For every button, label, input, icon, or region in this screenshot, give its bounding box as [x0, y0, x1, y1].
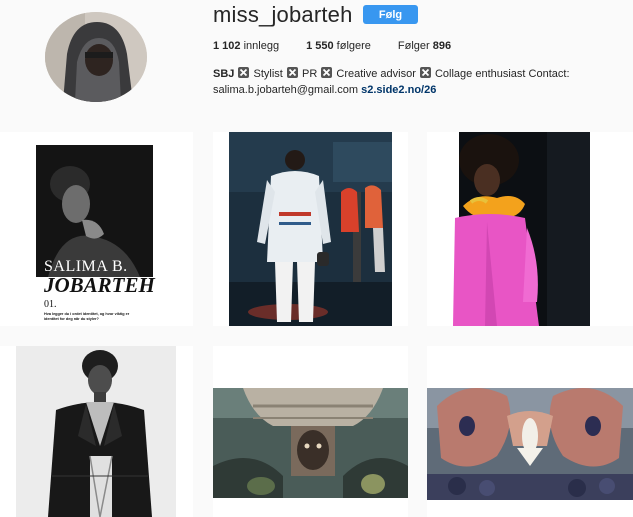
post-tile-pink-coat[interactable]	[427, 132, 633, 326]
profile-avatar[interactable]	[45, 12, 147, 102]
posts-stat: 1 102 innlegg	[213, 40, 279, 52]
profile-bio: SBJ Stylist PR Creative advisor Collage …	[213, 66, 623, 98]
post-tile-runway[interactable]	[213, 132, 408, 326]
followers-label: følgere	[336, 40, 371, 52]
magazine-caption-line1: Hva legger du i ordet identitet, og hvor…	[44, 312, 130, 316]
leather-jacket-photo-image	[0, 346, 193, 517]
giant-figure-artwork-image	[213, 346, 408, 517]
post-tile-magazine[interactable]: SALIMA B. JOBARTEH 01. Hva legger du i o…	[0, 132, 193, 326]
bio-text-2: PR	[298, 68, 321, 80]
bio-link[interactable]: s2.side2.no/26	[361, 84, 436, 96]
bio-initials: SBJ	[213, 68, 235, 80]
profile-username: miss_jobarteh	[213, 2, 353, 27]
profile-stats: 1 102 innlegg 1 550 følgere Følger 896	[213, 40, 478, 52]
bio-text-3: Creative advisor	[333, 68, 419, 80]
follow-button[interactable]: Følg	[363, 5, 418, 24]
following-stat[interactable]: Følger 896	[398, 40, 451, 52]
post-tile-giant-figure[interactable]	[213, 346, 408, 517]
bio-text-4: Collage enthusiast Contact:	[431, 68, 570, 80]
followers-count: 1 550	[306, 40, 334, 52]
post-tile-leather-jacket[interactable]	[0, 346, 193, 517]
bio-text-1: Stylist	[250, 68, 286, 80]
followers-stat[interactable]: 1 550 følgere	[306, 40, 371, 52]
posts-count: 1 102	[213, 40, 241, 52]
following-count: 896	[432, 40, 452, 52]
magazine-name-line2: JOBARTEH	[43, 273, 156, 297]
following-label: Følger	[397, 40, 430, 52]
cross-mark-icon	[321, 67, 333, 78]
post-tile-surreal-faces[interactable]	[427, 346, 633, 517]
posts-label: innlegg	[243, 40, 280, 52]
magazine-number: 01.	[44, 299, 57, 310]
surreal-faces-artwork-image	[427, 346, 633, 517]
magazine-caption-line2: identitet for deg når du styler?	[44, 317, 100, 321]
runway-photo-image	[213, 132, 408, 326]
pink-coat-photo-image	[427, 132, 633, 326]
magazine-cover-image: SALIMA B. JOBARTEH 01. Hva legger du i o…	[0, 132, 193, 326]
cross-mark-icon	[419, 67, 431, 78]
profile-header: miss_jobarteh Følg 1 102 innlegg 1 550 f…	[0, 0, 633, 120]
bio-email: salima.b.jobarteh@gmail.com	[213, 84, 359, 96]
cross-mark-icon	[286, 67, 298, 78]
cross-mark-icon	[238, 67, 250, 78]
